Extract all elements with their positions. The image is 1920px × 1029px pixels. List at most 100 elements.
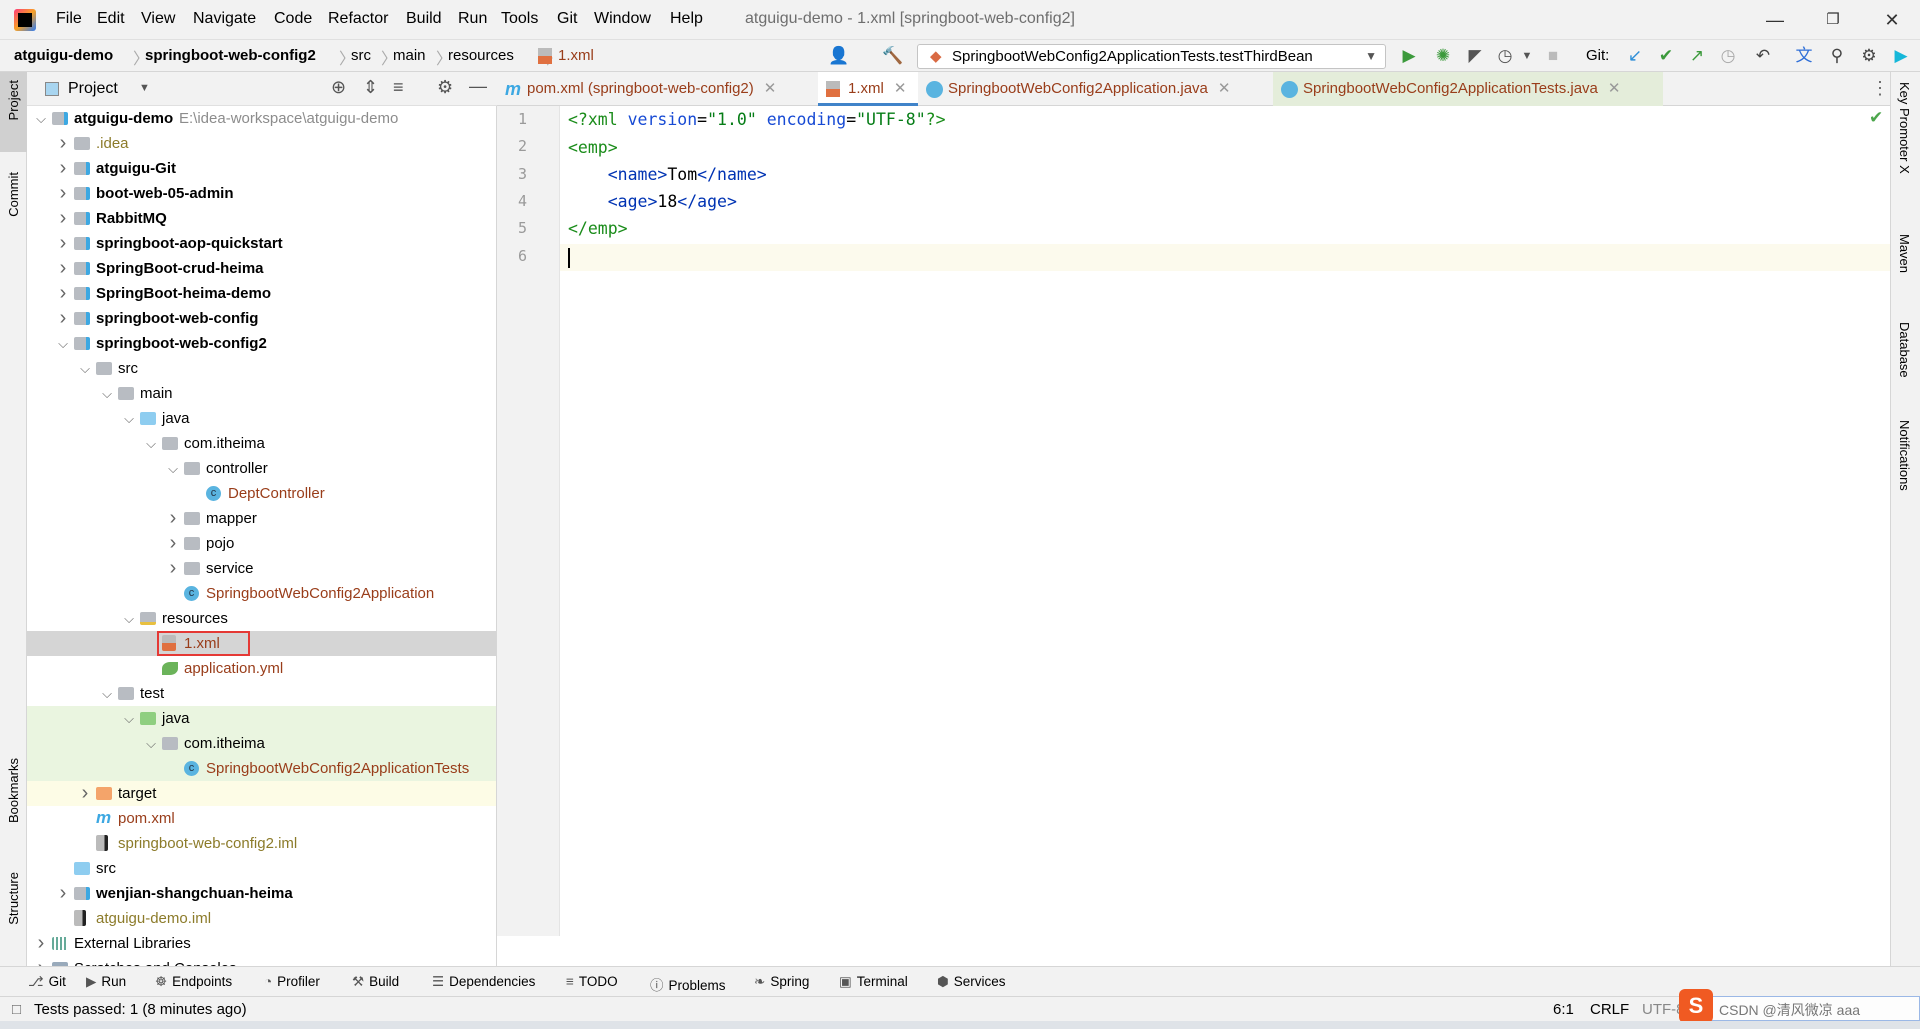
chevron-right-icon[interactable]: ›: [166, 531, 180, 556]
chevron-right-icon[interactable]: ›: [56, 281, 70, 306]
settings-gear-icon[interactable]: ⚙: [437, 77, 453, 98]
caret-position[interactable]: 6:1: [1553, 1001, 1574, 1018]
chevron-right-icon[interactable]: ›: [56, 206, 70, 231]
tree-item[interactable]: ⌵ src: [27, 356, 496, 381]
code-editor[interactable]: 1 2 3 4 5 6 <?xml version="1.0" encoding="UTF…: [497, 106, 1890, 966]
chevron-down-icon[interactable]: ⌵: [78, 356, 92, 381]
tool-project[interactable]: Project: [6, 80, 21, 120]
toolbox-icon[interactable]: ▶: [1890, 46, 1912, 66]
close-tab-icon[interactable]: ✕: [1608, 80, 1621, 97]
restore-button[interactable]: ❐: [1818, 6, 1848, 34]
user-icon[interactable]: 👤: [828, 46, 850, 66]
tab-springbootwebconfig2applicationtests-java[interactable]: SpringbootWebConfig2ApplicationTests.jav…: [1273, 72, 1663, 106]
tool-run[interactable]: ▶ Run: [86, 974, 126, 990]
tool-problems[interactable]: ⓘ Problems: [650, 974, 726, 994]
menu-navigate[interactable]: Navigate: [193, 10, 256, 28]
menu-file[interactable]: File: [56, 10, 82, 28]
tool-terminal[interactable]: ▣ Terminal: [839, 974, 908, 990]
tree-item[interactable]: › External Libraries: [27, 931, 496, 956]
expand-all-icon[interactable]: ⇕: [363, 77, 378, 98]
tool-key-promoter-x[interactable]: Key Promoter X: [1897, 82, 1912, 174]
breadcrumb-item[interactable]: src: [351, 47, 371, 64]
menu-edit[interactable]: Edit: [97, 10, 125, 28]
tree-item[interactable]: src: [27, 856, 496, 881]
tree-item[interactable]: ⌵ com.itheima: [27, 431, 496, 456]
status-message[interactable]: Tests passed: 1 (8 minutes ago): [34, 1001, 247, 1018]
tool-commit[interactable]: Commit: [6, 172, 21, 217]
tool-profiler[interactable]: ◔ Profiler: [264, 974, 320, 989]
tree-item[interactable]: ⌵ java: [27, 706, 496, 731]
breadcrumb-item[interactable]: springboot-web-config2: [145, 47, 316, 64]
tree-item[interactable]: › mapper: [27, 506, 496, 531]
tree-item[interactable]: ⌵ controller: [27, 456, 496, 481]
tree-item[interactable]: m pom.xml: [27, 806, 496, 831]
search-icon[interactable]: ⚲: [1826, 46, 1848, 66]
tool-services[interactable]: ⬢ Services: [937, 974, 1006, 990]
tree-item[interactable]: › SpringBoot-crud-heima: [27, 256, 496, 281]
run-configuration-select[interactable]: ◆ SpringbootWebConfig2ApplicationTests.t…: [917, 44, 1386, 69]
rollback-icon[interactable]: ↶: [1752, 46, 1774, 66]
tab-1-xml[interactable]: 1.xml ✕: [818, 72, 918, 106]
menu-run[interactable]: Run: [458, 10, 487, 28]
chevron-right-icon[interactable]: ›: [56, 131, 70, 156]
breadcrumb-item[interactable]: main: [393, 47, 426, 64]
chevron-down-icon[interactable]: ⌵: [122, 406, 136, 431]
menu-tools[interactable]: Tools: [501, 10, 538, 28]
chevron-right-icon[interactable]: ›: [34, 931, 48, 956]
tree-item[interactable]: c SpringbootWebConfig2Application: [27, 581, 496, 606]
chevron-down-icon[interactable]: ⌵: [122, 706, 136, 731]
menu-view[interactable]: View: [141, 10, 175, 28]
build-hammer-icon[interactable]: 🔨: [882, 46, 904, 66]
tool-maven[interactable]: Maven: [1897, 234, 1912, 273]
chevron-right-icon[interactable]: ›: [166, 556, 180, 581]
chevron-right-icon[interactable]: ›: [56, 256, 70, 281]
breadcrumb-item[interactable]: resources: [448, 47, 514, 64]
tree-item[interactable]: ⌵ java: [27, 406, 496, 431]
tree-item[interactable]: ⌵ test: [27, 681, 496, 706]
more-options-icon[interactable]: ⋮: [1871, 78, 1889, 99]
translate-icon[interactable]: 文: [1793, 46, 1815, 66]
tool-notifications[interactable]: Notifications: [1897, 420, 1912, 491]
tree-item[interactable]: › target: [27, 781, 496, 806]
tool-endpoints[interactable]: ☸ Endpoints: [155, 974, 232, 990]
git-history-icon[interactable]: ◷: [1717, 46, 1739, 66]
tab-springbootwebconfig2application-java[interactable]: SpringbootWebConfig2Application.java ✕: [918, 72, 1273, 106]
chevron-down-icon[interactable]: ⌵: [56, 331, 70, 356]
tree-item[interactable]: ⌵ main: [27, 381, 496, 406]
profile-icon[interactable]: ◷: [1494, 46, 1516, 66]
settings-gear-icon[interactable]: ⚙: [1858, 46, 1880, 66]
tool-dependencies[interactable]: ☰ Dependencies: [432, 974, 535, 990]
tree-item[interactable]: › springboot-web-config: [27, 306, 496, 331]
tool-git[interactable]: ⎇ Git: [28, 974, 66, 990]
tree-item[interactable]: ⌵ springboot-web-config2: [27, 331, 496, 356]
breadcrumb-item[interactable]: atguigu-demo: [14, 47, 113, 64]
hide-panel-icon[interactable]: —: [469, 76, 487, 97]
line-separator[interactable]: CRLF: [1590, 1001, 1629, 1018]
chevron-right-icon[interactable]: ›: [34, 956, 48, 966]
tree-item[interactable]: ⌵ com.itheima: [27, 731, 496, 756]
tree-item[interactable]: › springboot-aop-quickstart: [27, 231, 496, 256]
chevron-right-icon[interactable]: ›: [56, 306, 70, 331]
git-push-icon[interactable]: ↗: [1686, 46, 1708, 66]
tree-item[interactable]: ⌵ atguigu-demo E:\idea-workspace\atguigu-d…: [27, 106, 496, 131]
chevron-down-icon[interactable]: ⌵: [34, 106, 48, 131]
close-tab-icon[interactable]: ✕: [764, 80, 777, 97]
run-icon[interactable]: ▶: [1398, 46, 1420, 66]
tree-item[interactable]: › Scratches and Consoles: [27, 956, 496, 966]
breadcrumb-item[interactable]: 1.xml: [558, 47, 594, 64]
tool-build[interactable]: ⚒ Build: [352, 974, 399, 990]
chevron-right-icon[interactable]: ›: [56, 881, 70, 906]
tool-structure[interactable]: Structure: [6, 872, 21, 925]
tree-item[interactable]: › atguigu-Git: [27, 156, 496, 181]
status-panel-icon[interactable]: □: [12, 1001, 21, 1018]
locate-icon[interactable]: ⊕: [331, 77, 346, 98]
tab-pom-xml[interactable]: m pom.xml (springboot-web-config2) ✕: [497, 72, 818, 106]
chevron-right-icon[interactable]: ›: [56, 231, 70, 256]
git-update-icon[interactable]: ↙: [1624, 46, 1646, 66]
chevron-down-icon[interactable]: ⌵: [166, 456, 180, 481]
close-tab-icon[interactable]: ✕: [1218, 80, 1231, 97]
chevron-right-icon[interactable]: ›: [166, 506, 180, 531]
tree-item[interactable]: › SpringBoot-heima-demo: [27, 281, 496, 306]
close-button[interactable]: ✕: [1877, 6, 1907, 34]
tree-item[interactable]: atguigu-demo.iml: [27, 906, 496, 931]
